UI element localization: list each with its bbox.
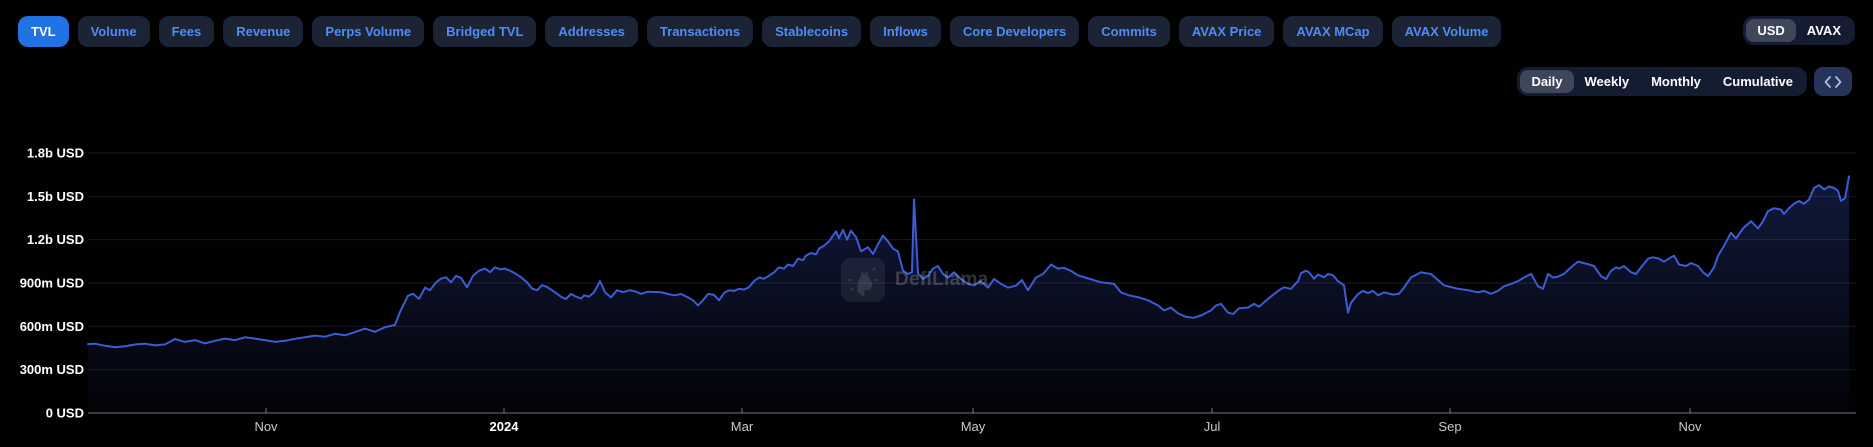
y-axis-label: 600m USD [20,319,84,334]
period-option-daily[interactable]: Daily [1520,70,1573,93]
currency-option-usd[interactable]: USD [1746,19,1795,42]
metric-tab-stablecoins[interactable]: Stablecoins [762,16,861,47]
x-axis-label: Nov [254,419,278,434]
metric-tab-addresses[interactable]: Addresses [545,16,637,47]
period-toggle: DailyWeeklyMonthlyCumulative [1517,67,1807,96]
y-axis-label: 1.2b USD [27,232,84,247]
y-axis-label: 300m USD [20,362,84,377]
currency-toggle: USDAVAX [1743,16,1855,45]
x-axis-label: Nov [1678,419,1702,434]
x-axis-label: Sep [1438,419,1461,434]
y-axis-label: 900m USD [20,276,84,291]
metric-tab-core-developers[interactable]: Core Developers [950,16,1079,47]
x-axis-label: May [961,419,986,434]
period-option-cumulative[interactable]: Cumulative [1712,70,1804,93]
metric-tabs-bar: TVL Volume Fees Revenue Perps Volume Bridged … [18,16,1855,47]
x-axis-label: Mar [731,419,754,434]
metric-tab-avax-price[interactable]: AVAX Price [1179,16,1275,47]
code-chevrons-icon [1824,76,1842,88]
metric-tab-perps-volume[interactable]: Perps Volume [312,16,424,47]
currency-option-avax[interactable]: AVAX [1796,19,1852,42]
x-axis-label: 2024 [490,419,520,434]
period-option-monthly[interactable]: Monthly [1640,70,1712,93]
metric-tab-revenue[interactable]: Revenue [223,16,303,47]
metric-tabs: TVL Volume Fees Revenue Perps Volume Bridged … [18,16,1501,47]
metric-tab-fees[interactable]: Fees [159,16,215,47]
metric-tab-bridged-tvl[interactable]: Bridged TVL [433,16,536,47]
embed-code-button[interactable] [1814,67,1852,96]
metric-tab-tvl[interactable]: TVL [18,16,69,47]
y-axis-label: 1.8b USD [27,146,84,161]
metric-tab-avax-volume[interactable]: AVAX Volume [1392,16,1502,47]
x-axis-label: Jul [1204,419,1221,434]
period-bar: DailyWeeklyMonthlyCumulative [1517,67,1852,96]
period-option-weekly[interactable]: Weekly [1574,70,1641,93]
metric-tab-avax-mcap[interactable]: AVAX MCap [1283,16,1382,47]
y-axis-label: 1.5b USD [27,189,84,204]
metric-tab-inflows[interactable]: Inflows [870,16,941,47]
y-axis-label: 0 USD [46,406,84,421]
metric-tab-transactions[interactable]: Transactions [647,16,753,47]
metric-tab-commits[interactable]: Commits [1088,16,1170,47]
metric-tab-volume[interactable]: Volume [78,16,150,47]
tvl-area-fill [88,176,1849,413]
